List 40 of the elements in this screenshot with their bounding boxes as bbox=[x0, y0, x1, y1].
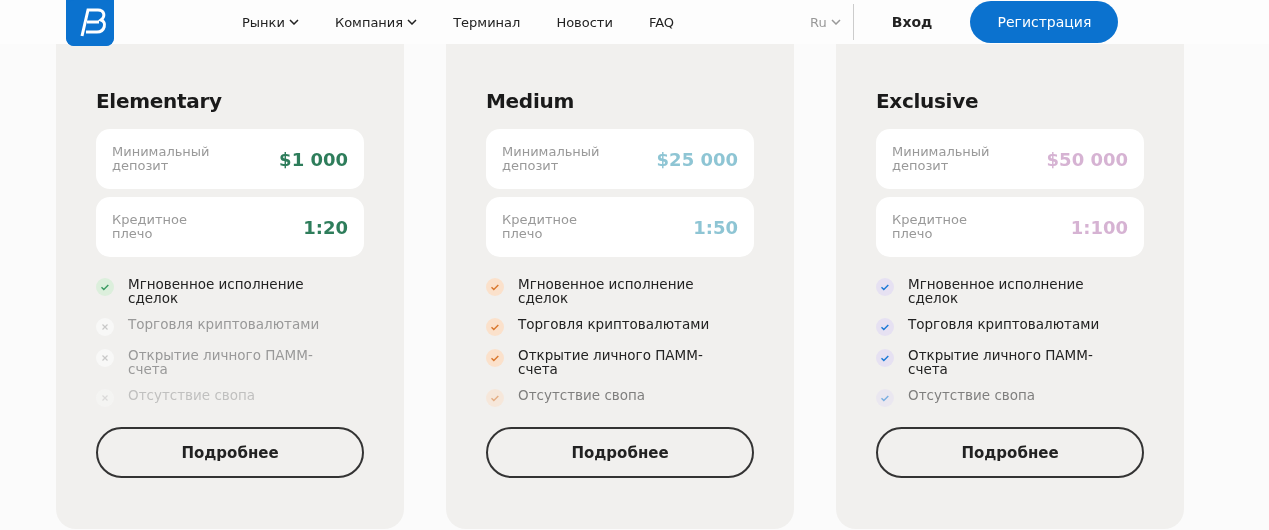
spec-label: Кредитное плечо bbox=[892, 213, 968, 241]
feature-text: Мгновенное исполнение сделок bbox=[908, 277, 1085, 305]
details-button[interactable]: Подробнее bbox=[876, 427, 1144, 478]
nav-link[interactable]: Новости bbox=[556, 14, 613, 30]
login-button[interactable]: Вход bbox=[891, 14, 933, 30]
spec-label: Минимальный депозит bbox=[892, 145, 991, 173]
plan-title: Medium bbox=[486, 88, 575, 114]
feature-text: Мгновенное исполнение сделок bbox=[518, 277, 695, 305]
feature-text: Отсутствие свопа bbox=[518, 388, 647, 402]
details-button[interactable]: Подробнее bbox=[96, 427, 364, 478]
spec-label: Кредитное плечо bbox=[112, 213, 188, 241]
register-button[interactable]: Регистрация bbox=[970, 1, 1119, 43]
details-button[interactable]: Подробнее bbox=[486, 427, 754, 478]
spec-value: $25 000 bbox=[656, 148, 738, 170]
logo-icon[interactable] bbox=[66, 0, 114, 46]
chevron-down-icon bbox=[288, 19, 299, 25]
spec-label: Минимальный депозит bbox=[112, 145, 211, 173]
feature-text: Торговля криптовалютами bbox=[518, 317, 711, 331]
feature-text: Открытие личного ПАММ-счета bbox=[128, 348, 314, 376]
feature-text: Торговля криптовалютами bbox=[908, 317, 1101, 331]
spec-label: Кредитное плечо bbox=[502, 213, 578, 241]
chevron-down-icon bbox=[830, 19, 841, 25]
feature-text: Отсутствие свопа bbox=[908, 388, 1037, 402]
spec-value: $1 000 bbox=[279, 148, 348, 170]
feature-text: Открытие личного ПАММ-счета bbox=[518, 348, 704, 376]
chevron-down-icon bbox=[407, 19, 418, 25]
spec-value: 1:50 bbox=[693, 216, 738, 238]
nav-link[interactable]: FAQ bbox=[648, 14, 675, 30]
nav-link[interactable]: Терминал bbox=[453, 14, 521, 30]
spec-value: 1:20 bbox=[303, 216, 348, 238]
feature-text: Торговля криптовалютами bbox=[128, 317, 321, 331]
nav-link[interactable]: Рынки bbox=[242, 14, 299, 30]
nav-link[interactable]: Компания bbox=[334, 14, 418, 30]
plan-title: Exclusive bbox=[876, 88, 980, 114]
spec-value: $50 000 bbox=[1046, 148, 1128, 170]
feature-text: Мгновенное исполнение сделок bbox=[128, 277, 305, 305]
feature-text: Открытие личного ПАММ-счета bbox=[908, 348, 1094, 376]
spec-label: Минимальный депозит bbox=[502, 145, 601, 173]
plan-title: Elementary bbox=[96, 88, 223, 114]
spec-value: 1:100 bbox=[1070, 216, 1128, 238]
